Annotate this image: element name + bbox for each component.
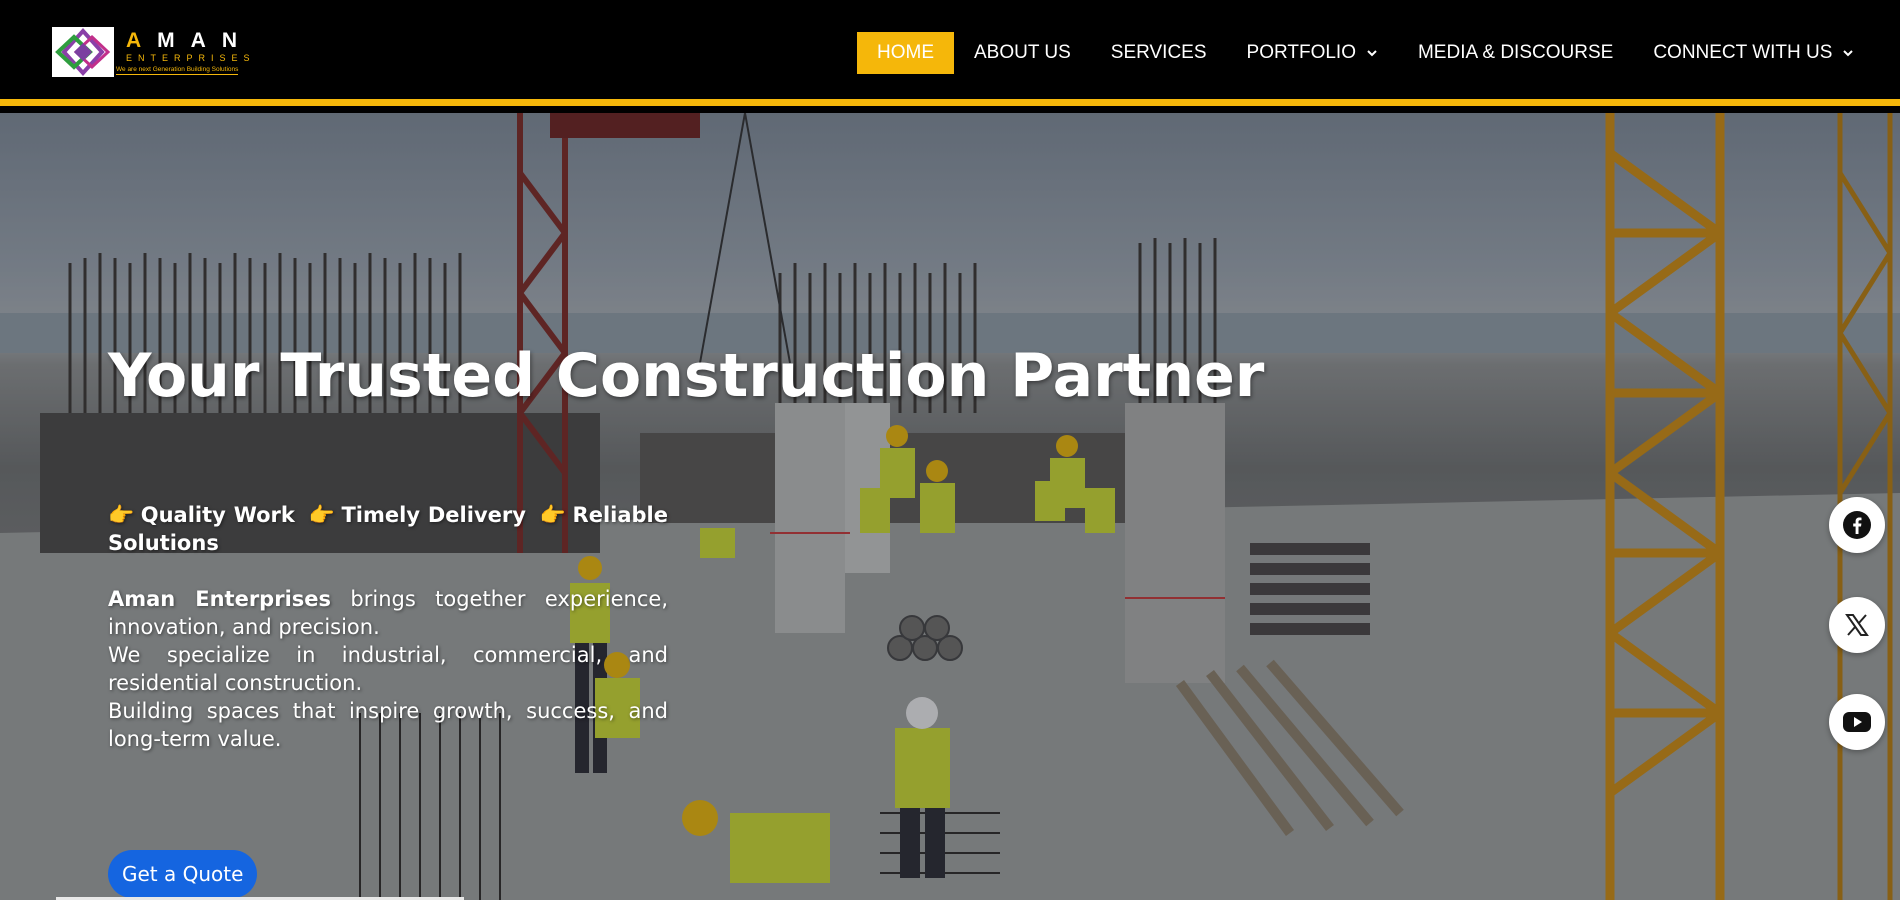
site-header: AMAN ENTERPRISES We are next Generation … xyxy=(0,0,1900,106)
nav-portfolio-label: PORTFOLIO xyxy=(1246,42,1356,63)
pointing-hand-icon: 👉 xyxy=(539,503,567,527)
chevron-down-icon xyxy=(1367,50,1377,57)
highlight-timely-delivery: Timely Delivery xyxy=(341,503,526,527)
brand-logo[interactable]: AMAN ENTERPRISES We are next Generation … xyxy=(52,27,282,77)
get-a-quote-button[interactable]: Get a Quote xyxy=(108,850,258,898)
company-name: Aman Enterprises xyxy=(108,587,332,611)
nav-about-us-label: ABOUT US xyxy=(974,42,1071,63)
highlight-quality-work: Quality Work xyxy=(140,503,295,527)
nav-connect-with-us-label: CONNECT WITH US xyxy=(1653,42,1833,63)
logo-subname: ENTERPRISES xyxy=(126,53,256,63)
facebook-icon xyxy=(1843,511,1871,539)
hero-paragraph-1: Aman Enterprises brings together experie… xyxy=(108,585,668,641)
logo-first-letter: A xyxy=(126,29,158,52)
nav-media-discourse[interactable]: MEDIA & DISCOURSE xyxy=(1398,32,1633,74)
hero-section: Your Trusted Construction Partner 👉 Quali… xyxy=(0,113,1900,900)
nav-portfolio[interactable]: PORTFOLIO xyxy=(1227,32,1398,74)
x-twitter-link[interactable] xyxy=(1829,597,1885,653)
nav-services[interactable]: SERVICES xyxy=(1091,32,1227,74)
youtube-link[interactable] xyxy=(1829,694,1885,750)
x-twitter-icon xyxy=(1845,614,1869,636)
nav-services-label: SERVICES xyxy=(1110,42,1207,63)
hero-paragraph-2: We specialize in industrial, commercial,… xyxy=(108,643,668,695)
nav-home-label: HOME xyxy=(877,42,934,63)
pointing-hand-icon: 👉 xyxy=(108,503,135,527)
logo-rest-letters: MAN xyxy=(157,29,253,52)
pointing-hand-icon: 👉 xyxy=(308,503,336,527)
nav-home[interactable]: HOME xyxy=(857,32,954,74)
nav-media-discourse-label: MEDIA & DISCOURSE xyxy=(1417,42,1614,63)
chevron-down-icon xyxy=(1843,50,1854,57)
facebook-link[interactable] xyxy=(1829,497,1885,553)
nav-connect-with-us[interactable]: CONNECT WITH US xyxy=(1633,32,1874,74)
hero-paragraph-3: Building spaces that inspire growth, suc… xyxy=(108,699,668,751)
logo-tagline: We are next Generation Building Solution… xyxy=(116,66,239,75)
hero-title: Your Trusted Construction Partner xyxy=(108,341,1265,411)
main-nav: HOME ABOUT US SERVICES PORTFOLIO MEDIA &… xyxy=(857,32,1874,74)
hero-description: Aman Enterprises brings together experie… xyxy=(108,585,668,753)
nav-about-us[interactable]: ABOUT US xyxy=(954,32,1091,74)
youtube-icon xyxy=(1843,712,1871,732)
logo-name: AMAN xyxy=(126,29,253,53)
hero-highlights: 👉 Quality Work 👉 Timely Delivery 👉 Reliable… xyxy=(108,501,668,557)
logo-mark-icon xyxy=(52,27,114,77)
